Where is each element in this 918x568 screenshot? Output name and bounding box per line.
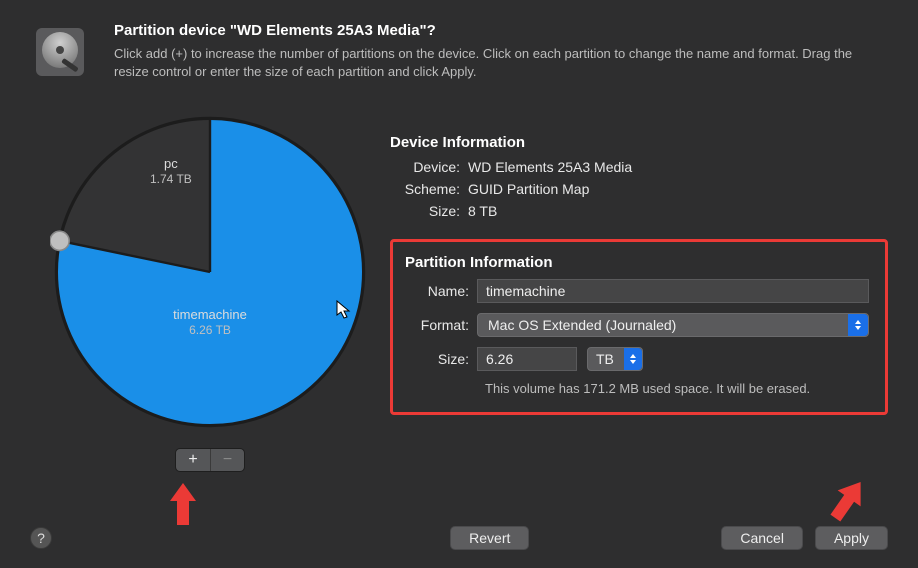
annotation-arrow-icon <box>168 483 198 525</box>
scheme-value: GUID Partition Map <box>468 181 589 197</box>
dialog-subtitle: Click add (+) to increase the number of … <box>114 45 874 80</box>
format-select-value: Mac OS Extended (Journaled) <box>488 317 676 333</box>
partition-add-remove: + − <box>175 448 245 472</box>
size-label: Size: <box>405 351 477 367</box>
partition-name-input[interactable] <box>477 279 869 303</box>
device-info-heading: Device Information <box>390 134 888 151</box>
device-size-value: 8 TB <box>468 203 497 219</box>
partition-info-panel: Partition Information Name: Format: Mac … <box>390 239 888 415</box>
format-label: Format: <box>405 317 477 333</box>
device-label: Device: <box>390 159 468 175</box>
name-label: Name: <box>405 283 477 299</box>
format-select[interactable]: Mac OS Extended (Journaled) <box>477 313 869 337</box>
dialog-title: Partition device "WD Elements 25A3 Media… <box>114 22 874 39</box>
size-unit-value: TB <box>596 351 614 367</box>
scheme-label: Scheme: <box>390 181 468 197</box>
apply-button[interactable]: Apply <box>815 526 888 550</box>
cancel-button[interactable]: Cancel <box>721 526 803 550</box>
chevron-updown-icon <box>848 314 868 336</box>
size-unit-select[interactable]: TB <box>587 347 643 371</box>
add-partition-button[interactable]: + <box>176 449 210 471</box>
revert-button[interactable]: Revert <box>450 526 529 550</box>
partition-size-input[interactable] <box>477 347 577 371</box>
remove-partition-button[interactable]: − <box>210 449 244 471</box>
chevron-updown-icon <box>624 348 642 370</box>
device-size-label: Size: <box>390 203 468 219</box>
disk-icon <box>30 22 90 82</box>
device-value: WD Elements 25A3 Media <box>468 159 632 175</box>
help-button[interactable]: ? <box>30 527 52 549</box>
partition-pie-chart[interactable]: pc 1.74 TB timemachine 6.26 TB <box>50 112 370 432</box>
partition-note: This volume has 171.2 MB used space. It … <box>485 381 869 396</box>
partition-info-heading: Partition Information <box>405 254 869 271</box>
annotation-arrow-icon <box>828 478 868 522</box>
